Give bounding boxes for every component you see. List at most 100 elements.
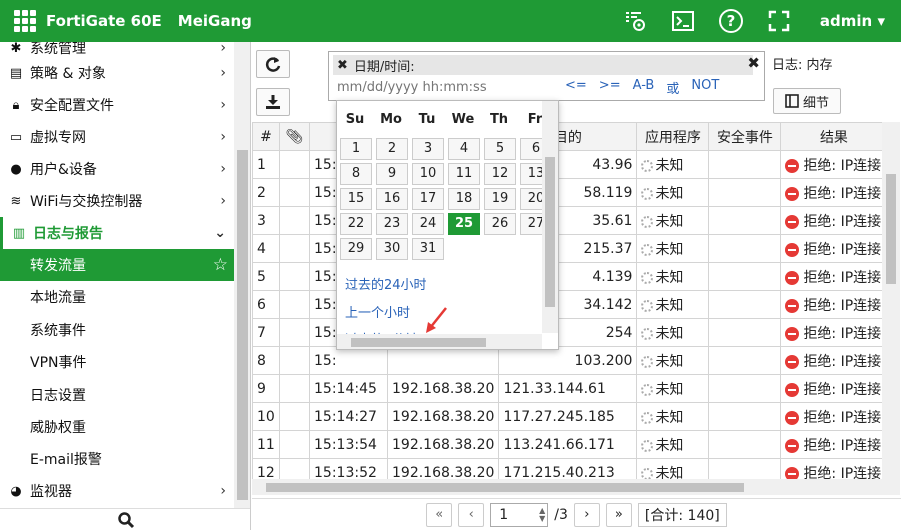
calendar-day[interactable]: 25 [448, 213, 480, 235]
row-result: 拒绝: IP连接 [780, 234, 888, 263]
refresh-button[interactable] [256, 50, 290, 78]
scrollbar-thumb[interactable] [351, 338, 486, 347]
download-button[interactable] [256, 88, 290, 116]
download-icon [266, 95, 280, 109]
sidebar-item-monitor[interactable]: ◕ 监视器 › [0, 475, 234, 507]
calendar-day[interactable]: 15 [340, 188, 372, 210]
col-header-security-event[interactable]: 安全事件 [708, 122, 782, 151]
calendar-day[interactable]: 31 [412, 238, 444, 260]
calendar-day[interactable]: 24 [412, 213, 444, 235]
sidebar-item-log-settings[interactable]: 日志设置 [0, 379, 234, 411]
chevron-right-icon: › [220, 161, 226, 177]
star-icon[interactable]: ☆ [213, 255, 228, 275]
calendar-day[interactable]: 29 [340, 238, 372, 260]
calendar-day[interactable]: 23 [376, 213, 408, 235]
scrollbar-thumb[interactable] [886, 174, 896, 284]
sidebar-item-user-device[interactable]: ● 用户&设备 › [0, 153, 234, 185]
calendar-day[interactable]: 5 [484, 138, 516, 160]
scrollbar-thumb[interactable] [266, 483, 744, 492]
calendar-day[interactable]: 1 [340, 138, 372, 160]
svg-text:?: ? [727, 12, 736, 30]
row-application-label: 未知 [655, 241, 684, 258]
row-index: 2 [252, 178, 280, 207]
weekday-label: Su [345, 112, 365, 127]
row-application: 未知 [636, 346, 710, 375]
sidebar-item-system-events[interactable]: 系统事件 [0, 314, 234, 346]
user-menu[interactable]: admin ▾ [820, 12, 885, 30]
sidebar-item-local-traffic[interactable]: 本地流量 [0, 281, 234, 313]
calendar-day[interactable]: 9 [376, 163, 408, 185]
fullscreen-icon[interactable] [766, 8, 792, 34]
calendar-day[interactable]: 11 [448, 163, 480, 185]
sidebar-item-security-profiles[interactable]: 🔒︎ 安全配置文件 › [0, 89, 234, 121]
date-time-input[interactable] [337, 78, 559, 96]
row-application-label: 未知 [655, 437, 684, 454]
sidebar-item-email-alert[interactable]: E-mail报警 [0, 443, 234, 475]
calendar-day[interactable]: 16 [376, 188, 408, 210]
table-row[interactable]: 10 15:14:27 192.168.38.20 117.27.245.185 未知 拒… [252, 402, 888, 431]
first-page-button[interactable]: « [426, 502, 453, 527]
scrollbar-thumb[interactable] [237, 150, 248, 500]
scrollbar-thumb[interactable] [545, 157, 555, 307]
col-header-application[interactable]: 应用程序 [636, 122, 710, 151]
sidebar-item-policy[interactable]: ▤ 策略 & 对象 › [0, 57, 234, 89]
cli-icon[interactable] [670, 8, 696, 34]
calendar-day[interactable]: 4 [448, 138, 480, 160]
table-row[interactable]: 11 15:13:54 192.168.38.20 113.241.66.171 未知 拒… [252, 430, 888, 459]
row-result-label: 拒绝: IP连接 [803, 241, 882, 258]
remove-filter-icon[interactable]: ✖ [337, 58, 348, 73]
weekday-label: Tu [418, 112, 436, 127]
search-icon [117, 511, 134, 528]
calendar-day[interactable]: 22 [340, 213, 372, 235]
col-header-index[interactable]: # [252, 122, 280, 151]
op-gte[interactable]: >= [599, 78, 621, 97]
op-lte[interactable]: <= [565, 78, 587, 97]
page-number-input[interactable]: 1 ▲ ▼ [490, 502, 549, 527]
table-row[interactable]: 8 15: 103.200 未知 拒绝: IP连接 [252, 346, 888, 375]
calendar-day[interactable]: 8 [340, 163, 372, 185]
calendar-day[interactable]: 30 [376, 238, 408, 260]
sidebar-scrollbar[interactable] [234, 42, 250, 508]
calendar-day[interactable]: 17 [412, 188, 444, 210]
quick-last-24h[interactable]: 过去的24小时 [345, 274, 427, 293]
picker-vertical-scrollbar[interactable] [542, 101, 558, 333]
chevron-right-icon: › [220, 193, 226, 209]
config-icon[interactable] [622, 8, 648, 34]
page-spinner-icon[interactable]: ▲ ▼ [539, 506, 545, 523]
deny-icon [785, 186, 800, 201]
op-not[interactable]: NOT [691, 78, 719, 97]
weekday-header: Su Mo Tu We Th Fr [337, 112, 553, 127]
col-header-result[interactable]: 结果 [780, 122, 888, 151]
close-filter-icon[interactable]: ✖ [747, 54, 760, 72]
quick-last-hour[interactable]: 上一个小时 [345, 302, 410, 321]
table-row[interactable]: 9 15:14:45 192.168.38.20 121.33.144.61 未知 拒绝:… [252, 374, 888, 403]
op-or[interactable]: 或 [666, 78, 679, 97]
sidebar-item-threat-weight[interactable]: 威胁权重 [0, 411, 234, 443]
calendar-day[interactable]: 18 [448, 188, 480, 210]
col-header-attachment[interactable]: 📎︎ [279, 122, 310, 151]
calendar-day[interactable]: 3 [412, 138, 444, 160]
sidebar-item-vpn[interactable]: ▭ 虚拟专网 › [0, 121, 234, 153]
table-vertical-scrollbar[interactable] [882, 122, 900, 495]
next-page-button[interactable]: › [573, 502, 600, 527]
calendar-day[interactable]: 26 [484, 213, 516, 235]
prev-page-button[interactable]: ‹ [458, 502, 485, 527]
unknown-app-icon [641, 159, 654, 172]
sidebar-search-button[interactable] [0, 508, 250, 530]
row-result: 拒绝: IP连接 [780, 150, 888, 179]
sidebar-item-vpn-events[interactable]: VPN事件 [0, 346, 234, 378]
calendar-day[interactable]: 12 [484, 163, 516, 185]
row-security-event [708, 262, 782, 291]
last-page-button[interactable]: » [605, 502, 632, 527]
op-range[interactable]: A-B [633, 78, 655, 97]
details-button[interactable]: 细节 [773, 88, 841, 114]
sidebar-item-log-report[interactable]: ▥ 日志与报告 ⌄ [0, 217, 234, 249]
picker-horizontal-scrollbar[interactable] [337, 334, 542, 349]
calendar-day[interactable]: 2 [376, 138, 408, 160]
sidebar-item-wifi[interactable]: ≋ WiFi与交换控制器 › [0, 185, 234, 217]
calendar-day[interactable]: 19 [484, 188, 516, 210]
calendar-day[interactable]: 10 [412, 163, 444, 185]
sidebar-item-forward-traffic[interactable]: 转发流量 ☆ [0, 249, 234, 281]
help-icon[interactable]: ? [718, 8, 744, 34]
table-horizontal-scrollbar[interactable] [252, 479, 882, 495]
